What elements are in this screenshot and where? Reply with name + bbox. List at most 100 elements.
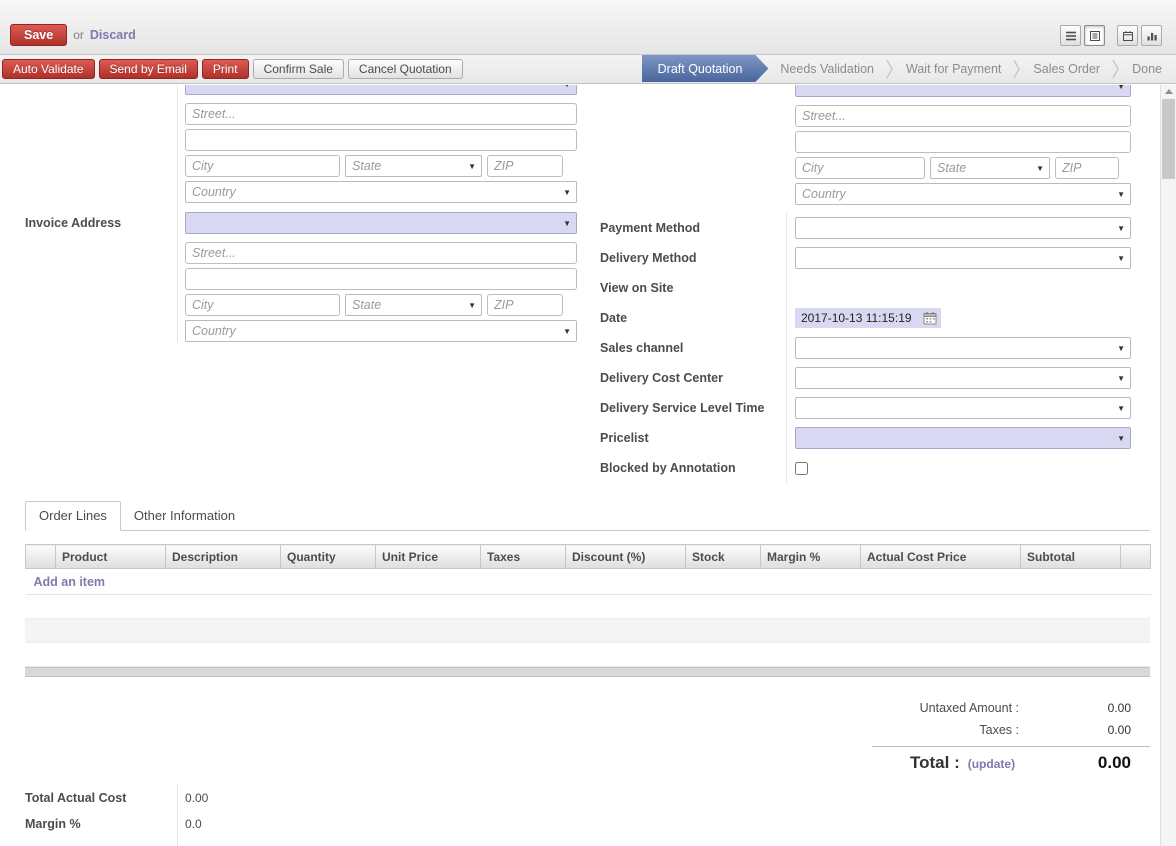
chevron-separator-icon <box>886 55 894 83</box>
chevron-down-icon: ▼ <box>1117 254 1125 263</box>
delivery-method-select[interactable]: ▼ <box>795 247 1131 269</box>
taxes-value: 0.00 <box>1019 723 1150 737</box>
delivery-cost-center-select[interactable]: ▼ <box>795 367 1131 389</box>
street2-input[interactable] <box>185 268 577 290</box>
form-view-icon[interactable] <box>1084 25 1105 46</box>
scrollbar-thumb[interactable] <box>1162 99 1175 179</box>
chevron-down-icon: ▼ <box>563 219 571 228</box>
print-button[interactable]: Print <box>202 59 249 79</box>
delivery-address-block: ▼ State▼ Country▼ <box>795 85 1131 205</box>
col-margin[interactable]: Margin % <box>761 545 861 569</box>
chevron-down-icon: ▼ <box>563 188 571 197</box>
status-step-draft-quotation[interactable]: Draft Quotation <box>642 55 769 82</box>
totals-divider <box>872 746 1150 747</box>
total-value: 0.00 <box>1015 753 1150 773</box>
calendar-view-icon[interactable] <box>1117 25 1138 46</box>
city-input[interactable] <box>185 155 340 177</box>
form-sheet: ▼ State▼ Country▼ Invoice Address ▼ Stat… <box>0 85 1160 846</box>
delivery-method-label: Delivery Method <box>600 251 697 265</box>
confirm-sale-button[interactable]: Confirm Sale <box>253 59 344 79</box>
untaxed-amount-value: 0.00 <box>1019 701 1150 715</box>
date-row: Date 2017-10-13 11:15:19 <box>600 303 1144 333</box>
city-state-zip-row: State▼ <box>185 294 577 316</box>
status-step-sales-order[interactable]: Sales Order <box>1021 55 1112 82</box>
notebook: Order Lines Other Information Product De… <box>25 500 1150 773</box>
status-step-done[interactable]: Done <box>1120 55 1176 82</box>
date-input[interactable]: 2017-10-13 11:15:19 <box>795 308 941 328</box>
tab-other-information[interactable]: Other Information <box>121 502 248 530</box>
pricelist-select[interactable]: ▼ <box>795 427 1131 449</box>
date-label: Date <box>600 311 627 325</box>
save-discard-group: Save or Discard <box>10 24 136 46</box>
total-actual-cost-label: Total Actual Cost <box>25 791 185 805</box>
save-button[interactable]: Save <box>10 24 67 46</box>
customer-select[interactable]: ▼ <box>185 85 577 95</box>
chevron-down-icon: ▼ <box>1117 190 1125 199</box>
label-column-separator <box>177 85 178 342</box>
city-input[interactable] <box>185 294 340 316</box>
col-subtotal[interactable]: Subtotal <box>1021 545 1121 569</box>
chevron-separator-icon <box>1013 55 1021 83</box>
cancel-quotation-button[interactable]: Cancel Quotation <box>348 59 463 79</box>
chevron-down-icon: ▼ <box>1117 374 1125 383</box>
chevron-separator-icon <box>1112 55 1120 83</box>
city-input[interactable] <box>795 157 925 179</box>
discard-link[interactable]: Discard <box>90 28 136 42</box>
street-input[interactable] <box>185 242 577 264</box>
auto-validate-button[interactable]: Auto Validate <box>2 59 95 79</box>
blocked-by-annotation-row: Blocked by Annotation <box>600 453 1144 483</box>
chevron-down-icon: ▼ <box>1117 434 1125 443</box>
calendar-icon[interactable] <box>923 311 938 326</box>
col-quantity[interactable]: Quantity <box>281 545 376 569</box>
totals-panel: Untaxed Amount : 0.00 Taxes : 0.00 Total… <box>872 697 1150 773</box>
col-taxes[interactable]: Taxes <box>481 545 566 569</box>
tab-order-lines[interactable]: Order Lines <box>25 501 121 531</box>
chevron-down-icon: ▼ <box>563 85 571 89</box>
delivery-address-select[interactable]: ▼ <box>795 85 1131 97</box>
street-input[interactable] <box>795 105 1131 127</box>
col-unit-price[interactable]: Unit Price <box>376 545 481 569</box>
col-description[interactable]: Description <box>166 545 281 569</box>
col-actual-cost-price[interactable]: Actual Cost Price <box>861 545 1021 569</box>
col-stock[interactable]: Stock <box>686 545 761 569</box>
add-an-item-link[interactable]: Add an item <box>34 575 106 589</box>
country-select[interactable]: Country▼ <box>795 183 1131 205</box>
zip-input[interactable] <box>487 155 563 177</box>
blocked-by-annotation-checkbox[interactable] <box>795 462 808 475</box>
total-row: Total : (update) 0.00 <box>872 753 1150 773</box>
invoice-address-block: ▼ State▼ Country▼ <box>185 212 577 342</box>
view-on-site-label: View on Site <box>600 281 673 295</box>
customer-address-block: ▼ State▼ Country▼ <box>185 85 577 203</box>
street2-input[interactable] <box>795 131 1131 153</box>
state-select[interactable]: State▼ <box>345 294 482 316</box>
col-product[interactable]: Product <box>56 545 166 569</box>
update-total-link[interactable]: (update) <box>968 757 1015 771</box>
list-view-icon[interactable] <box>1060 25 1081 46</box>
send-by-email-button[interactable]: Send by Email <box>99 59 198 79</box>
graph-view-icon[interactable] <box>1141 25 1162 46</box>
chevron-down-icon: ▼ <box>1117 224 1125 233</box>
state-select[interactable]: State▼ <box>345 155 482 177</box>
delivery-service-level-time-select[interactable]: ▼ <box>795 397 1131 419</box>
header-select-cell <box>26 545 56 569</box>
chevron-down-icon: ▼ <box>1117 404 1125 413</box>
street-input[interactable] <box>185 103 577 125</box>
status-step-wait-for-payment[interactable]: Wait for Payment <box>894 55 1013 82</box>
zip-input[interactable] <box>1055 157 1119 179</box>
country-select[interactable]: Country▼ <box>185 320 577 342</box>
col-discount[interactable]: Discount (%) <box>566 545 686 569</box>
blocked-by-annotation-label: Blocked by Annotation <box>600 461 736 475</box>
zip-input[interactable] <box>487 294 563 316</box>
list-horizontal-scrollbar[interactable] <box>25 667 1150 677</box>
country-select[interactable]: Country▼ <box>185 181 577 203</box>
sales-channel-select[interactable]: ▼ <box>795 337 1131 359</box>
vertical-scrollbar[interactable] <box>1160 85 1176 846</box>
state-select[interactable]: State▼ <box>930 157 1050 179</box>
invoice-address-select[interactable]: ▼ <box>185 212 577 234</box>
scrollbar-up-arrow[interactable] <box>1165 89 1173 94</box>
status-step-needs-validation[interactable]: Needs Validation <box>768 55 886 82</box>
street2-input[interactable] <box>185 129 577 151</box>
view-on-site-row: View on Site <box>600 273 1144 303</box>
payment-method-select[interactable]: ▼ <box>795 217 1131 239</box>
total-label: Total : <box>910 753 960 773</box>
